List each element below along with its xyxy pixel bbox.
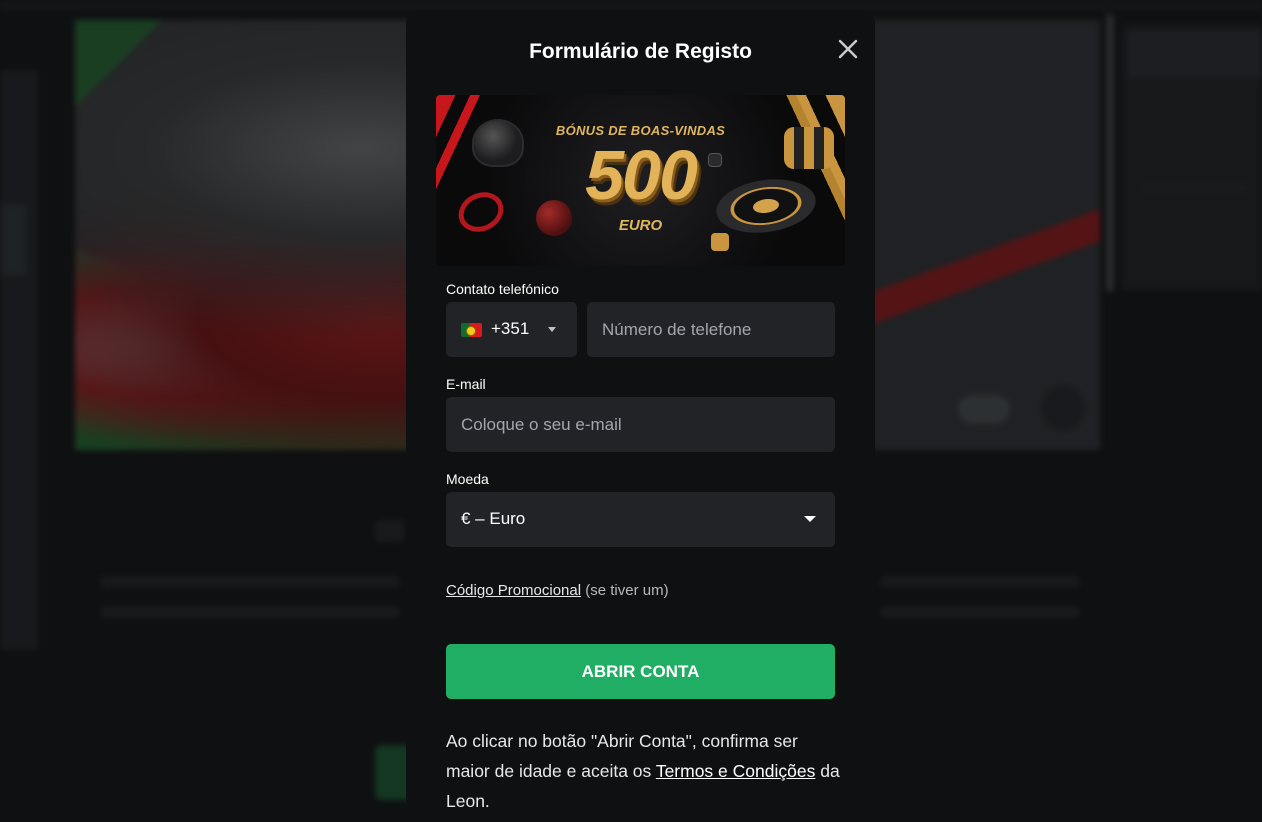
currency-selected-value: € – Euro — [461, 509, 526, 528]
portugal-flag-icon — [461, 323, 482, 337]
terms-and-conditions-link[interactable]: Termos e Condições — [656, 761, 816, 781]
country-code-value: +351 — [491, 319, 530, 338]
registration-modal: Formulário de Registo BÓNUS DE BOAS-VIND… — [406, 10, 875, 812]
welcome-bonus-banner: BÓNUS DE BOAS-VINDAS 500 EURO — [436, 95, 845, 266]
dice-graphic — [711, 233, 729, 251]
close-icon[interactable] — [837, 38, 859, 60]
email-label: E-mail — [446, 376, 486, 392]
promo-code-row: Código Promocional (se tiver um) — [446, 582, 669, 599]
promo-amount: 500 — [585, 136, 698, 214]
country-code-select[interactable]: +351 — [446, 302, 577, 357]
promo-code-link[interactable]: Código Promocional — [446, 582, 581, 599]
promo-code-hint: (se tiver um) — [581, 582, 669, 599]
email-input[interactable] — [446, 397, 835, 452]
currency-label: Moeda — [446, 471, 489, 487]
terms-disclaimer: Ao clicar no botão "Abrir Conta", confir… — [446, 726, 841, 812]
promo-currency: EURO — [618, 217, 663, 234]
phone-label: Contato telefónico — [446, 281, 559, 297]
chevron-down-icon — [804, 516, 816, 522]
chevron-down-icon — [548, 327, 556, 332]
modal-title: Formulário de Registo — [529, 40, 752, 63]
open-account-button[interactable]: ABRIR CONTA — [446, 644, 835, 699]
currency-select[interactable]: € – Euro — [446, 492, 835, 547]
phone-number-input[interactable] — [587, 302, 835, 357]
